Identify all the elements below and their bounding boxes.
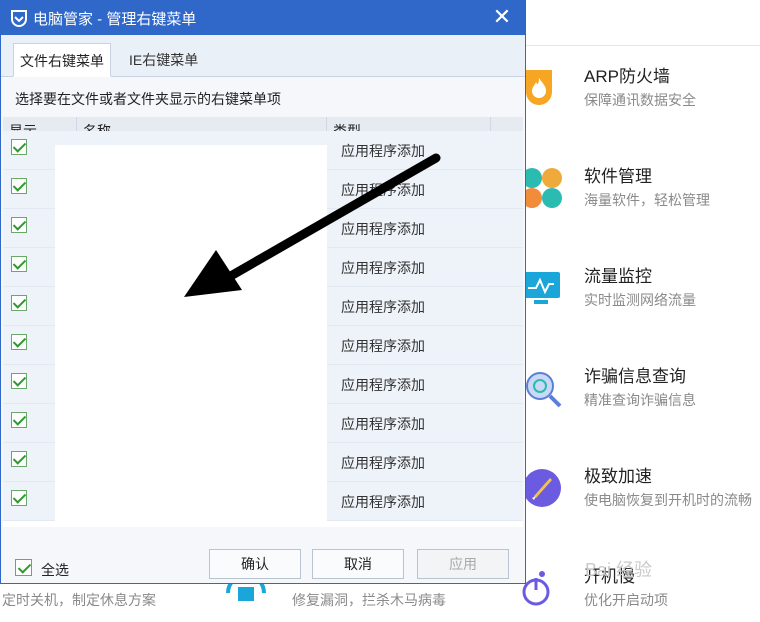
tool-name: 流量监控 (584, 267, 652, 286)
row-type: 应用程序添加 (341, 221, 425, 237)
tool-arp-firewall[interactable]: ARP防火墙 保障通讯数据安全 (520, 62, 760, 122)
context-menu-table: 显示 名称 类型 应用程序添加 应用程序添加 应用程序添加 应用程序添加 (3, 117, 523, 527)
select-all-check-box[interactable] (15, 559, 32, 576)
shield-flame-icon (526, 70, 552, 105)
tab-bar: 文件右键菜单 IE右键菜单 (1, 35, 525, 77)
select-all-checkbox[interactable]: 全选 (15, 557, 85, 579)
apply-button[interactable]: 应用 (417, 549, 509, 579)
name-column-redacted-area (55, 145, 327, 527)
magnifier-globe-icon (526, 372, 562, 408)
row-type: 应用程序添加 (341, 260, 425, 276)
select-all-label: 全选 (41, 562, 69, 578)
monitor-chart-icon (522, 272, 560, 304)
tab-ie-context-menu[interactable]: IE右键菜单 (123, 43, 204, 77)
baidu-watermark: Bai 经验 (585, 560, 653, 580)
tool-desc: 保障通讯数据安全 (584, 92, 696, 108)
dialog-title: 电脑管家 - 管理右键菜单 (33, 11, 197, 28)
confirm-button[interactable]: 确认 (209, 549, 301, 579)
show-checkbox[interactable] (11, 295, 27, 311)
bottom-desc-repair: 修复漏洞，拦杀木马病毒 (292, 592, 446, 608)
tab-label: 文件右键菜单 (20, 53, 104, 69)
row-type: 应用程序添加 (341, 494, 425, 510)
row-type: 应用程序添加 (341, 338, 425, 354)
show-checkbox[interactable] (11, 373, 27, 389)
tool-name: ARP防火墙 (584, 67, 670, 86)
dialog-footer: 全选 确认 取消 应用 (1, 541, 525, 583)
show-checkbox[interactable] (11, 451, 27, 467)
tool-traffic-monitor[interactable]: 流量监控 实时监测网络流量 (520, 262, 760, 322)
cancel-button[interactable]: 取消 (312, 549, 404, 579)
clover-icon (522, 168, 562, 208)
tool-name: 诈骗信息查询 (584, 367, 686, 386)
tab-label: IE右键菜单 (129, 52, 199, 68)
tool-desc: 实时监测网络流量 (584, 292, 696, 308)
tool-desc: 优化开启动项 (584, 592, 668, 608)
tool-desc: 海量软件，轻松管理 (584, 192, 710, 208)
rocket-icon (523, 469, 561, 507)
manage-context-menu-dialog: 电脑管家 - 管理右键菜单 ✕ 文件右键菜单 IE右键菜单 选择要在文件或者文件… (0, 0, 526, 584)
row-type: 应用程序添加 (341, 182, 425, 198)
tool-desc: 精准查询诈骗信息 (584, 392, 696, 408)
row-type: 应用程序添加 (341, 455, 425, 471)
show-checkbox[interactable] (11, 490, 27, 506)
power-icon (522, 571, 550, 606)
tool-name: 极致加速 (584, 467, 652, 486)
show-checkbox[interactable] (11, 139, 27, 155)
row-type: 应用程序添加 (341, 299, 425, 315)
bottom-desc-shutdown: 定时关机，制定休息方案 (2, 592, 156, 608)
show-checkbox[interactable] (11, 217, 27, 233)
tool-name: 软件管理 (584, 167, 652, 186)
show-checkbox[interactable] (11, 178, 27, 194)
tool-software-management[interactable]: 软件管理 海量软件，轻松管理 (520, 162, 760, 222)
show-checkbox[interactable] (11, 412, 27, 428)
tool-fraud-info-query[interactable]: 诈骗信息查询 精准查询诈骗信息 (520, 362, 760, 422)
row-type: 应用程序添加 (341, 416, 425, 432)
instruction-text: 选择要在文件或者文件夹显示的右键菜单项 (15, 91, 281, 107)
show-checkbox[interactable] (11, 334, 27, 350)
show-checkbox[interactable] (11, 256, 27, 272)
row-type: 应用程序添加 (341, 143, 425, 159)
pc-manager-logo-icon (11, 10, 27, 27)
tab-file-context-menu[interactable]: 文件右键菜单 (13, 43, 111, 77)
dialog-titlebar[interactable]: 电脑管家 - 管理右键菜单 ✕ (1, 1, 525, 35)
close-icon[interactable]: ✕ (489, 3, 515, 31)
tool-extreme-acceleration[interactable]: 极致加速 使电脑恢复到开机时的流畅 (520, 462, 760, 522)
row-type: 应用程序添加 (341, 377, 425, 393)
tool-desc: 使电脑恢复到开机时的流畅 (584, 492, 752, 508)
